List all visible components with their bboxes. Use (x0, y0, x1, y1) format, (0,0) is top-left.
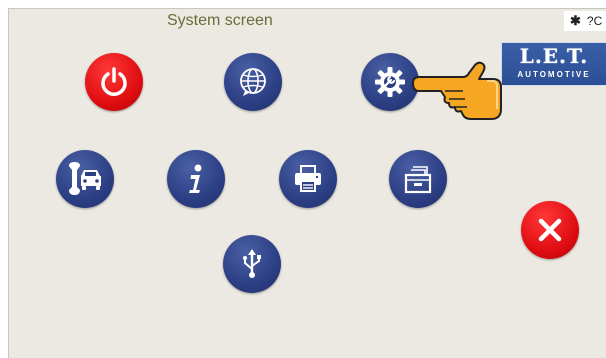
vehicle-service-button[interactable] (56, 150, 114, 208)
usb-icon (243, 249, 261, 278)
printer-icon (295, 165, 321, 192)
archive-box-icon (404, 166, 432, 194)
printer-button[interactable] (279, 150, 337, 208)
close-button[interactable] (521, 201, 579, 259)
logo-sub-text: AUTOMOTIVE (517, 70, 591, 79)
status-bar: ✱ ?C (564, 11, 606, 31)
info-button[interactable] (167, 150, 225, 208)
brand-logo: L.E.T. AUTOMOTIVE (501, 42, 606, 86)
language-button[interactable] (224, 53, 282, 111)
car-wrench-icon (69, 162, 101, 195)
gear-wrench-icon (375, 67, 405, 97)
pointing-hand-icon (412, 61, 502, 120)
system-screen: System screen ✱ ?C L.E.T. AUTOMOTIVE (8, 8, 606, 358)
page-title: System screen (167, 12, 273, 29)
status-text: ?C (586, 14, 603, 28)
info-icon (189, 164, 202, 193)
usb-button[interactable] (223, 235, 281, 293)
power-button[interactable] (85, 53, 143, 111)
archive-button[interactable] (389, 150, 447, 208)
close-x-icon (538, 218, 562, 242)
bluetooth-icon: ✱ (570, 13, 581, 28)
logo-main-text: L.E.T. (519, 44, 589, 68)
globe-icon (240, 68, 266, 96)
power-icon (101, 67, 127, 96)
